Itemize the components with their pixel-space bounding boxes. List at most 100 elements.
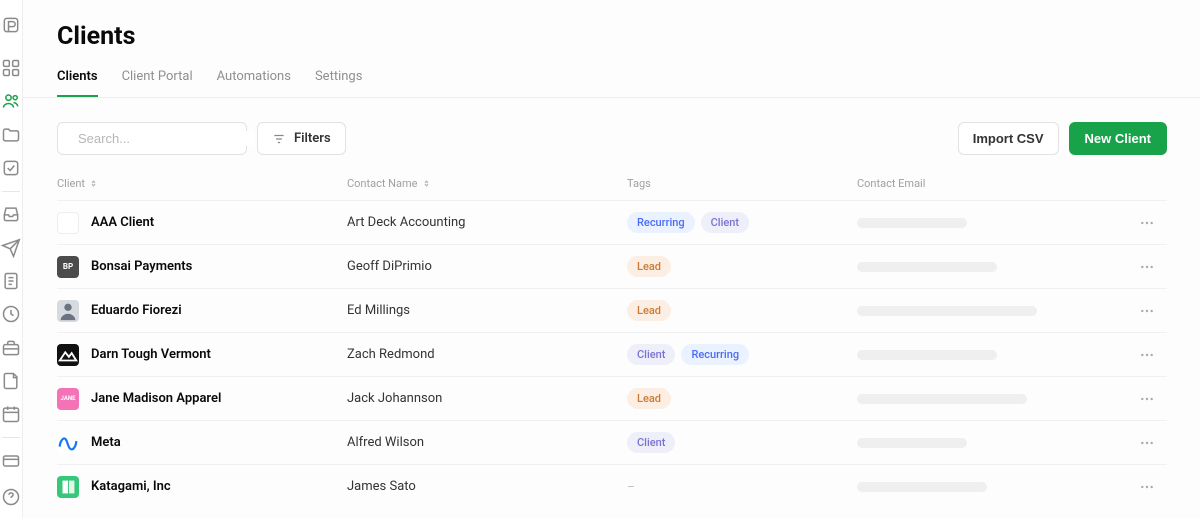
contact-name: Alfred Wilson	[347, 435, 627, 450]
check-shield-icon[interactable]	[0, 157, 22, 178]
card-icon[interactable]	[0, 450, 22, 472]
sidebar-divider-2	[2, 437, 20, 438]
tabs: Clients Client Portal Automations Settings	[57, 69, 1167, 97]
tab-client-portal[interactable]: Client Portal	[122, 69, 193, 96]
email-cell	[857, 306, 1127, 316]
tab-clients[interactable]: Clients	[57, 69, 98, 96]
col-client[interactable]: Client	[57, 177, 347, 190]
avatar: JANE	[57, 388, 79, 410]
client-cell: BP Bonsai Payments	[57, 256, 347, 278]
col-tags: Tags	[627, 177, 857, 190]
filter-icon	[272, 132, 286, 146]
tag-recurring: Recurring	[627, 212, 695, 233]
clients-icon[interactable]	[0, 91, 22, 112]
tags-cell: Lead	[627, 388, 857, 409]
tag-lead: Lead	[627, 256, 671, 277]
page-title: Clients	[57, 22, 1167, 51]
avatar	[57, 344, 79, 366]
logo-icon[interactable]	[0, 14, 22, 35]
contact-name: James Sato	[347, 479, 627, 494]
avatar	[57, 212, 79, 234]
table-row[interactable]: JANE Jane Madison Apparel Jack JohannsonLe…	[57, 376, 1167, 420]
contact-name: Ed Millings	[347, 303, 627, 318]
avatar	[57, 300, 79, 322]
send-icon[interactable]	[0, 237, 22, 258]
email-skeleton	[857, 306, 1037, 316]
row-more-button[interactable]	[1127, 479, 1167, 495]
client-name: AAA Client	[91, 215, 154, 230]
tags-cell: –	[627, 480, 857, 494]
avatar	[57, 476, 79, 498]
col-contact-name[interactable]: Contact Name	[347, 177, 627, 190]
main-content: Clients Clients Client Portal Automations S…	[23, 0, 1200, 518]
import-csv-button[interactable]: Import CSV	[958, 122, 1059, 155]
email-skeleton	[857, 218, 967, 228]
client-cell: Meta	[57, 432, 347, 454]
col-email: Contact Email	[857, 177, 1127, 190]
document-icon[interactable]	[0, 270, 22, 291]
filters-button[interactable]: Filters	[257, 122, 346, 155]
contact-name: Geoff DiPrimio	[347, 259, 627, 274]
table-row[interactable]: BP Bonsai Payments Geoff DiPrimioLead	[57, 244, 1167, 288]
row-more-button[interactable]	[1127, 259, 1167, 275]
clock-icon[interactable]	[0, 304, 22, 325]
search-input-wrapper[interactable]	[57, 122, 247, 155]
table-row[interactable]: Meta Alfred WilsonClient	[57, 420, 1167, 464]
client-cell: Darn Tough Vermont	[57, 344, 347, 366]
tag-lead: Lead	[627, 388, 671, 409]
email-skeleton	[857, 262, 997, 272]
tab-settings[interactable]: Settings	[315, 69, 362, 96]
table-row[interactable]: Eduardo FioreziEd MillingsLead	[57, 288, 1167, 332]
client-name: Katagami, Inc	[91, 479, 171, 494]
tags-cell: Client	[627, 432, 857, 453]
client-name: Meta	[91, 435, 121, 450]
tag-recurring: Recurring	[681, 344, 749, 365]
briefcase-icon[interactable]	[0, 337, 22, 358]
help-icon[interactable]	[0, 486, 22, 508]
client-name: Bonsai Payments	[91, 259, 192, 274]
client-name: Eduardo Fiorezi	[91, 303, 182, 318]
tags-cell: Lead	[627, 256, 857, 277]
row-more-button[interactable]	[1127, 435, 1167, 451]
row-more-button[interactable]	[1127, 391, 1167, 407]
folder-icon[interactable]	[0, 124, 22, 145]
client-name: Darn Tough Vermont	[91, 347, 211, 362]
tag-client: Client	[627, 432, 675, 453]
tag-client: Client	[701, 212, 749, 233]
email-cell	[857, 218, 1127, 228]
tab-automations[interactable]: Automations	[217, 69, 291, 96]
no-tag: –	[627, 480, 635, 494]
avatar	[57, 432, 79, 454]
table-row[interactable]: AAA ClientArt Deck AccountingRecurringCl…	[57, 200, 1167, 244]
tag-client: Client	[627, 344, 675, 365]
email-cell	[857, 482, 1127, 492]
avatar: BP	[57, 256, 79, 278]
table-header: Client Contact Name Tags Contact Email	[57, 177, 1167, 200]
contact-name: Jack Johannson	[347, 391, 627, 406]
email-cell	[857, 262, 1127, 272]
toolbar: Filters Import CSV New Client	[57, 122, 1167, 155]
email-skeleton	[857, 394, 1027, 404]
filters-label: Filters	[294, 131, 331, 146]
note-icon[interactable]	[0, 370, 22, 391]
row-more-button[interactable]	[1127, 347, 1167, 363]
row-more-button[interactable]	[1127, 215, 1167, 231]
email-skeleton	[857, 482, 987, 492]
inbox-icon[interactable]	[0, 204, 22, 225]
search-input[interactable]	[78, 131, 254, 146]
new-client-button[interactable]: New Client	[1069, 122, 1167, 155]
table-row[interactable]: Katagami, Inc James Sato–	[57, 464, 1167, 508]
calendar-icon[interactable]	[0, 404, 22, 425]
sort-icon	[422, 179, 431, 188]
email-cell	[857, 438, 1127, 448]
dashboard-icon[interactable]	[0, 57, 22, 78]
sort-icon	[89, 179, 98, 188]
sidebar-divider	[2, 191, 20, 192]
row-more-button[interactable]	[1127, 303, 1167, 319]
email-skeleton	[857, 350, 997, 360]
email-skeleton	[857, 438, 967, 448]
client-name: Jane Madison Apparel	[91, 391, 221, 406]
header-divider	[23, 97, 1200, 98]
client-cell: AAA Client	[57, 212, 347, 234]
table-row[interactable]: Darn Tough VermontZach RedmondClientRecu…	[57, 332, 1167, 376]
